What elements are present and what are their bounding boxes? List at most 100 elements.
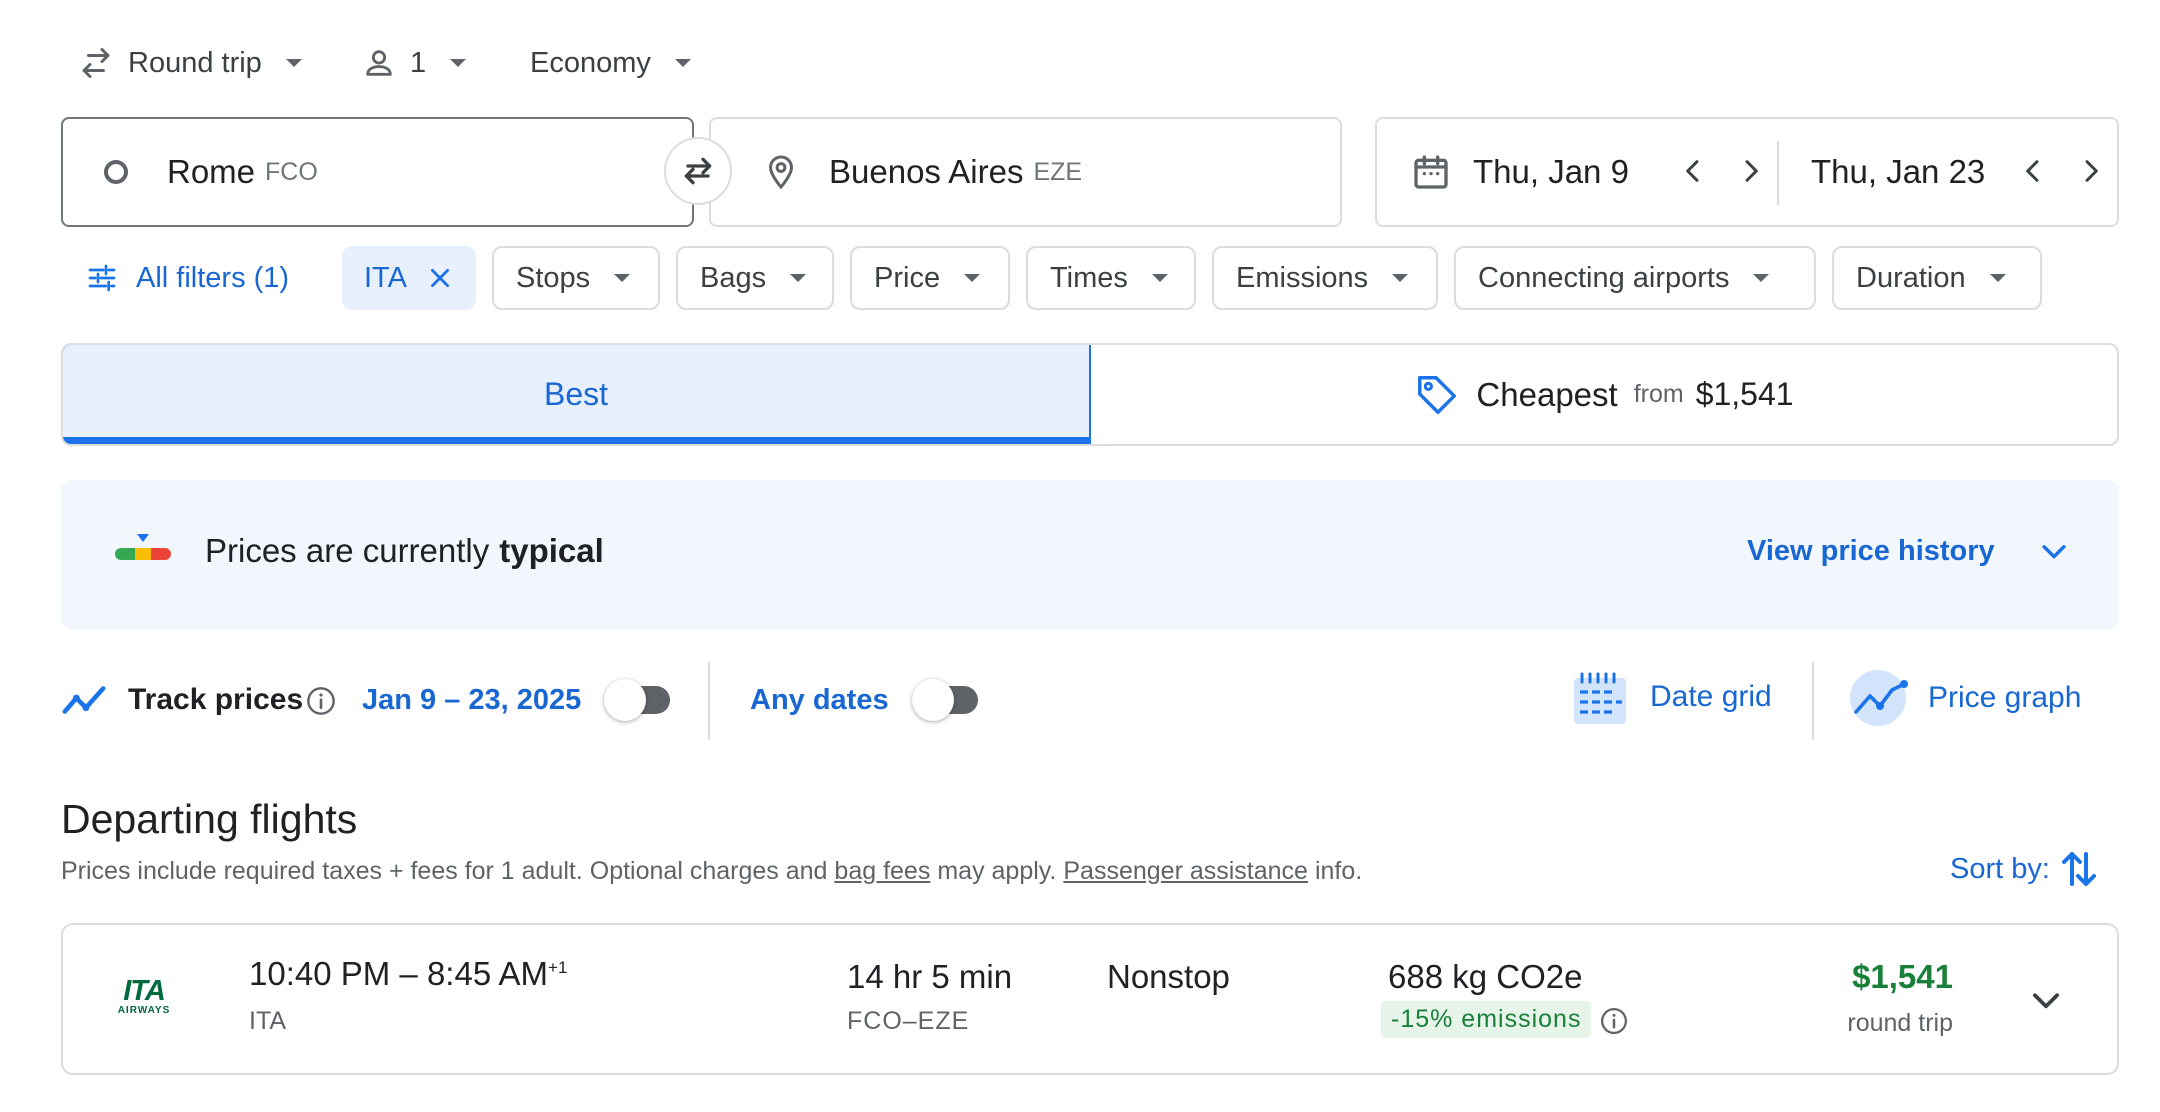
emissions-filter-label: Emissions <box>1236 261 1369 294</box>
airline-logo: ITA AIRWAYS <box>107 975 181 1017</box>
results-note-text: Prices include required taxes + fees for… <box>61 857 828 885</box>
date-divider <box>1777 141 1779 205</box>
duration-filter-label: Duration <box>1856 261 1966 294</box>
info-icon[interactable] <box>1599 1006 1629 1036</box>
results-note-text: may apply. <box>937 857 1057 885</box>
passenger-assistance-link[interactable]: Passenger assistance <box>1063 857 1308 886</box>
toggle-knob <box>604 679 646 721</box>
tab-cheapest[interactable]: Cheapest from $1,541 <box>1091 345 2117 444</box>
price-graph-label: Price graph <box>1928 681 2082 714</box>
sort-by-button[interactable]: Sort by: <box>1950 848 2096 890</box>
airline-logo-text: ITA <box>123 975 166 1007</box>
date-range-field[interactable]: Thu, Jan 9 Thu, Jan 23 <box>1375 117 2119 227</box>
return-date[interactable]: Thu, Jan 23 <box>1811 153 1985 191</box>
date-grid-button[interactable]: Date grid <box>1572 668 1772 726</box>
depart-next-day-button[interactable] <box>1735 155 1767 187</box>
calendar-icon <box>1411 152 1451 192</box>
return-next-day-button[interactable] <box>2075 155 2107 187</box>
tab-best[interactable]: Best <box>63 345 1091 444</box>
connecting-airports-filter-label: Connecting airports <box>1478 261 1730 294</box>
bag-fees-link[interactable]: bag fees <box>834 857 930 886</box>
flight-times: 10:40 PM – 8:45 AM+1 <box>249 955 567 993</box>
sort-icon <box>2061 848 2096 890</box>
flight-emissions: 688 kg CO2e <box>1388 958 1583 995</box>
view-divider <box>1812 662 1814 740</box>
passengers-select[interactable]: 1 <box>362 38 467 88</box>
person-icon <box>362 46 396 80</box>
price-graph-button[interactable]: Price graph <box>1848 668 2081 728</box>
price-level-gauge-icon <box>113 530 173 570</box>
track-dates-label: Jan 9 – 23, 2025 <box>362 684 582 716</box>
airline-filter-chip[interactable]: ITA <box>342 246 476 310</box>
view-price-history-label: View price history <box>1747 534 1995 567</box>
price-filter-label: Price <box>874 261 941 294</box>
stops-filter-chip[interactable]: Stops <box>492 246 660 310</box>
duration-filter-chip[interactable]: Duration <box>1832 246 2042 310</box>
cabin-class-select[interactable]: Economy <box>530 38 691 88</box>
any-dates-toggle[interactable] <box>912 679 978 721</box>
chevron-down-icon <box>2037 534 2071 568</box>
trending-icon <box>61 682 107 718</box>
origin-field[interactable]: Rome FCO <box>61 117 694 227</box>
results-title: Departing flights <box>61 796 358 842</box>
chevron-down-icon <box>1989 274 2006 282</box>
location-pin-icon <box>763 152 799 192</box>
price-insight-banner: Prices are currently typical View price … <box>61 480 2119 630</box>
swap-origin-destination-button[interactable] <box>664 137 732 205</box>
chevron-down-icon <box>1151 274 1168 282</box>
flight-price-type: round trip <box>1847 1009 1953 1037</box>
trip-type-select[interactable]: Round trip <box>78 38 302 88</box>
chevron-down-icon <box>450 59 467 67</box>
view-price-history-button[interactable]: View price history <box>1747 534 2071 568</box>
flight-result-card[interactable]: ITA AIRWAYS 10:40 PM – 8:45 AM+1 ITA 14 … <box>61 923 2119 1075</box>
connecting-airports-filter-chip[interactable]: Connecting airports <box>1454 246 1816 310</box>
toggle-knob <box>912 679 954 721</box>
trip-type-label: Round trip <box>128 46 262 79</box>
flight-route: FCO–EZE <box>847 1007 970 1035</box>
price-graph-icon <box>1848 668 1912 728</box>
chevron-down-icon <box>1753 274 1770 282</box>
destination-field[interactable]: Buenos Aires EZE <box>709 117 1342 227</box>
stops-filter-label: Stops <box>516 261 591 294</box>
info-icon[interactable] <box>305 685 337 717</box>
flight-duration: 14 hr 5 min <box>847 958 1013 995</box>
chevron-down-icon <box>1392 274 1409 282</box>
emissions-badge: -15% emissions <box>1381 1001 1592 1038</box>
date-grid-icon <box>1572 668 1628 726</box>
tab-cheapest-label: Cheapest <box>1476 375 1618 413</box>
depart-date[interactable]: Thu, Jan 9 <box>1473 153 1629 191</box>
flight-airline: ITA <box>249 1007 287 1035</box>
all-filters-label: All filters (1) <box>136 261 290 294</box>
price-insight-text: Prices are currently typical <box>205 532 604 570</box>
day-offset: +1 <box>548 958 568 977</box>
track-divider <box>708 662 710 740</box>
close-icon[interactable] <box>427 265 453 291</box>
expand-details-button[interactable] <box>2027 981 2065 1019</box>
depart-prev-day-button[interactable] <box>1677 155 1709 187</box>
track-dates-toggle[interactable] <box>604 679 670 721</box>
return-prev-day-button[interactable] <box>2017 155 2049 187</box>
flight-price: $1,541 <box>1852 958 1953 995</box>
price-filter-chip[interactable]: Price <box>850 246 1010 310</box>
price-insight-level: typical <box>499 532 604 569</box>
sort-by-label: Sort by: <box>1950 852 2050 885</box>
swap-icon <box>678 151 718 191</box>
results-note-text: info. <box>1314 857 1363 885</box>
track-prices-label: Track prices <box>128 683 304 716</box>
chevron-down-icon <box>790 274 807 282</box>
destination-code: EZE <box>1033 157 1083 186</box>
emissions-filter-chip[interactable]: Emissions <box>1212 246 1438 310</box>
any-dates-label: Any dates <box>750 684 889 716</box>
times-filter-chip[interactable]: Times <box>1026 246 1196 310</box>
tab-cheapest-price: $1,541 <box>1695 376 1794 412</box>
chevron-down-icon <box>964 274 981 282</box>
swap-arrows-icon <box>78 45 114 81</box>
chevron-down-icon <box>285 59 302 67</box>
airline-filter-label: ITA <box>364 261 407 294</box>
results-note: Prices include required taxes + fees for… <box>61 857 1362 886</box>
all-filters-button[interactable]: All filters (1) <box>86 246 289 310</box>
origin-circle-icon <box>101 157 131 187</box>
bags-filter-chip[interactable]: Bags <box>676 246 834 310</box>
bags-filter-label: Bags <box>700 261 767 294</box>
price-insight-prefix: Prices are currently <box>205 532 490 569</box>
